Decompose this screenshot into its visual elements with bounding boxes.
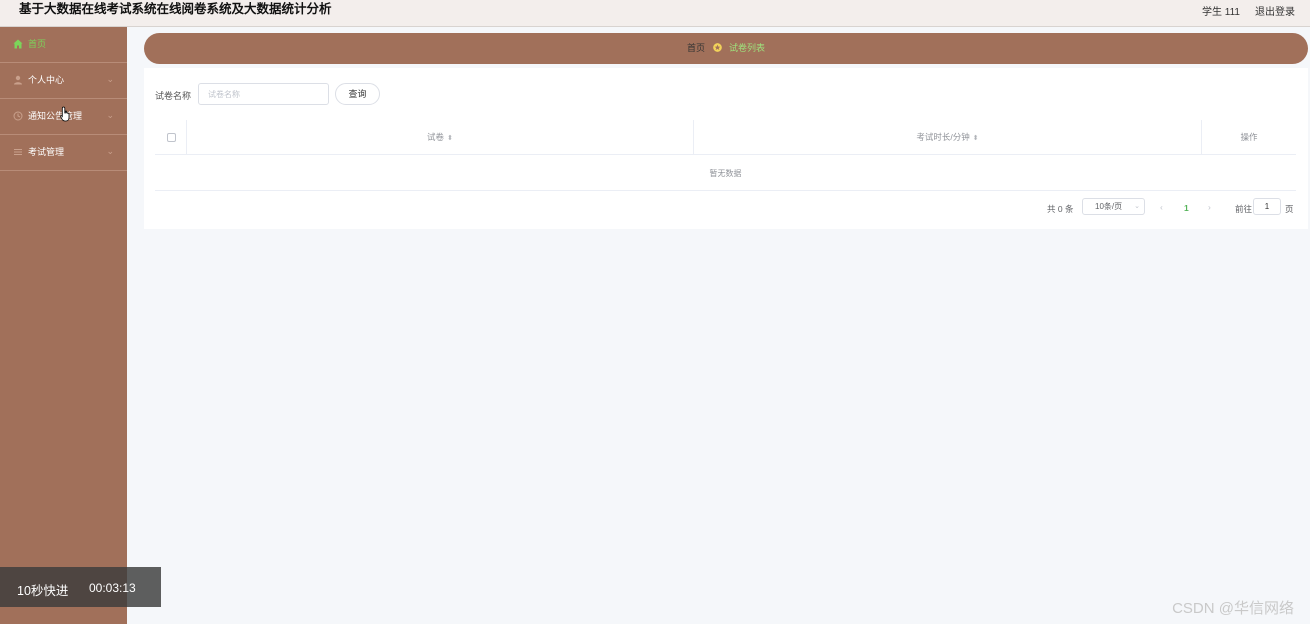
- video-timestamp: 00:03:13: [89, 581, 136, 595]
- star-icon: [712, 43, 722, 52]
- page-number-current[interactable]: 1: [1184, 203, 1189, 213]
- column-header-paper[interactable]: 试卷 ⬍: [187, 120, 694, 155]
- current-user: 学生 111: [1202, 7, 1240, 18]
- sidebar-item-label: 通知公告管理: [28, 111, 83, 121]
- column-header-label: 操作: [1240, 132, 1258, 142]
- empty-message: 暂无数据: [155, 156, 1296, 191]
- column-header-actions: 操作: [1202, 120, 1296, 155]
- chevron-down-icon: ⌄: [106, 110, 114, 120]
- watermark: CSDN @华信网络: [1172, 600, 1294, 617]
- home-icon: [13, 39, 23, 49]
- user-icon: [14, 75, 22, 85]
- clock-icon: [13, 111, 23, 121]
- column-header-label: 试卷: [427, 132, 445, 142]
- sidebar-item-home[interactable]: 首页: [0, 27, 127, 63]
- table-header: 试卷 ⬍ 考试时长/分钟 ⬍ 操作: [155, 120, 1296, 155]
- sidebar-item-label: 首页: [28, 39, 47, 49]
- prev-page-button[interactable]: ‹: [1160, 202, 1163, 212]
- app-title: 基于大数据在线考试系统在线阅卷系统及大数据统计分析: [19, 2, 332, 16]
- hand-cursor-icon: [60, 106, 70, 122]
- sidebar-item-label: 考试管理: [28, 147, 65, 157]
- list-icon: [14, 149, 22, 155]
- column-header-label: 考试时长/分钟: [916, 132, 970, 142]
- page-size-select[interactable]: 10条/页 ⌄: [1082, 198, 1145, 215]
- chevron-down-icon: ⌄: [1134, 203, 1140, 210]
- sidebar-item-personal-center[interactable]: 个人中心 ⌄: [0, 63, 127, 99]
- sort-icon[interactable]: ⬍: [973, 135, 979, 142]
- next-page-button[interactable]: ›: [1208, 202, 1211, 212]
- main-panel: 试卷名称 查询 试卷⬍ 考试时长/分钟⬍ 操作 暂无数据 共 0 条 10条/页…: [144, 68, 1308, 229]
- sort-icon[interactable]: ⬍: [447, 135, 453, 142]
- column-header-duration[interactable]: 考试时长/分钟 ⬍: [694, 120, 1202, 155]
- sidebar-item-label: 个人中心: [28, 75, 65, 85]
- sidebar-item-exam-management[interactable]: 考试管理 ⌄: [0, 135, 127, 171]
- breadcrumb: 首页 试卷列表: [144, 33, 1308, 64]
- search-label: 试卷名称: [155, 91, 192, 101]
- goto-label: 前往: [1235, 204, 1253, 214]
- logout-link[interactable]: 退出登录: [1255, 3, 1295, 18]
- goto-page-input[interactable]: [1253, 198, 1281, 215]
- chevron-down-icon: ⌄: [106, 74, 114, 84]
- video-overlay: 10秒快进 00:03:13: [0, 567, 161, 607]
- page-size-value: 10条/页: [1095, 202, 1123, 211]
- search-button[interactable]: 查询: [335, 83, 380, 105]
- select-all-checkbox[interactable]: [167, 133, 176, 142]
- search-input[interactable]: [198, 83, 329, 105]
- pagination: 共 0 条 10条/页 ⌄ ‹ 1 › 前往 页: [144, 198, 1308, 218]
- select-all-cell: [155, 120, 187, 155]
- breadcrumb-current: 试卷列表: [729, 43, 766, 53]
- breadcrumb-home[interactable]: 首页: [687, 43, 705, 53]
- page-suffix: 页: [1285, 204, 1294, 214]
- fast-forward-button[interactable]: 10秒快进: [17, 580, 68, 599]
- chevron-down-icon: ⌄: [106, 146, 114, 156]
- exam-table: 试卷 ⬍ 考试时长/分钟 ⬍ 操作 暂无数据: [155, 120, 1296, 191]
- top-header: 基于大数据在线考试系统在线阅卷系统及大数据统计分析 学生 111 退出登录: [0, 0, 1310, 27]
- pagination-total: 共 0 条: [1047, 204, 1074, 214]
